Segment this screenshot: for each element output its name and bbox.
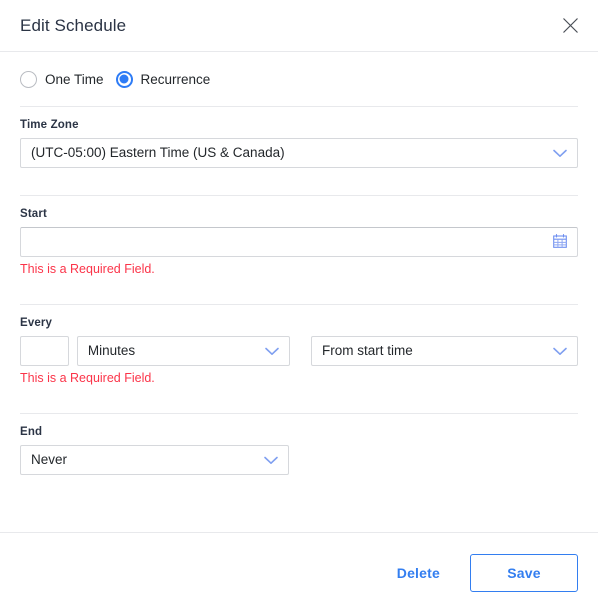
field-group-every: Every Minutes From start time This is a … — [20, 304, 578, 388]
page-title: Edit Schedule — [20, 16, 127, 35]
delete-button[interactable]: Delete — [381, 557, 456, 589]
radio-option-one-time[interactable]: One Time — [20, 70, 112, 88]
field-group-start: Start This is a Required Field. — [20, 195, 578, 279]
every-count-input[interactable] — [20, 336, 69, 366]
label-every: Every — [20, 317, 53, 329]
chevron-down-icon — [553, 344, 567, 359]
label-start: Start — [20, 208, 47, 220]
chevron-down-icon — [264, 453, 278, 468]
end-select[interactable]: Never — [20, 445, 289, 475]
every-unit-value: Minutes — [87, 344, 136, 358]
dialog-body: One Time Recurrence Time Zone (UTC-05:00… — [0, 52, 598, 477]
time-zone-select[interactable]: (UTC-05:00) Eastern Time (US & Canada) — [20, 138, 578, 168]
every-offset-select[interactable]: From start time — [311, 336, 578, 366]
chevron-down-icon — [553, 146, 567, 161]
field-group-time-zone: Time Zone (UTC-05:00) Eastern Time (US &… — [20, 106, 578, 170]
dialog-header: Edit Schedule — [0, 0, 598, 52]
label-time-zone: Time Zone — [20, 119, 79, 131]
radio-circle-recurrence[interactable] — [115, 70, 133, 88]
schedule-type-radio-group: One Time Recurrence — [20, 52, 578, 106]
radio-circle-one-time[interactable] — [20, 70, 37, 88]
close-button[interactable] — [556, 12, 584, 40]
save-button[interactable]: Save — [470, 553, 578, 592]
chevron-down-icon — [265, 344, 279, 359]
every-offset-value: From start time — [322, 344, 413, 358]
field-group-end: End Never — [20, 413, 578, 477]
every-error-message: This is a Required Field. — [20, 371, 155, 385]
radio-label-one-time: One Time — [45, 71, 104, 87]
every-controls-row: Minutes From start time — [20, 336, 578, 366]
label-end: End — [20, 426, 43, 438]
start-datetime-input[interactable] — [20, 227, 578, 257]
end-value: Never — [31, 453, 68, 467]
every-unit-select[interactable]: Minutes — [76, 336, 291, 366]
radio-option-recurrence[interactable]: Recurrence — [115, 70, 219, 88]
close-icon — [562, 17, 579, 34]
radio-label-recurrence: Recurrence — [140, 71, 211, 87]
time-zone-value: (UTC-05:00) Eastern Time (US & Canada) — [31, 146, 285, 160]
start-error-message: This is a Required Field. — [20, 262, 155, 276]
dialog-footer: Delete Save — [0, 532, 598, 612]
calendar-icon[interactable] — [553, 233, 567, 251]
